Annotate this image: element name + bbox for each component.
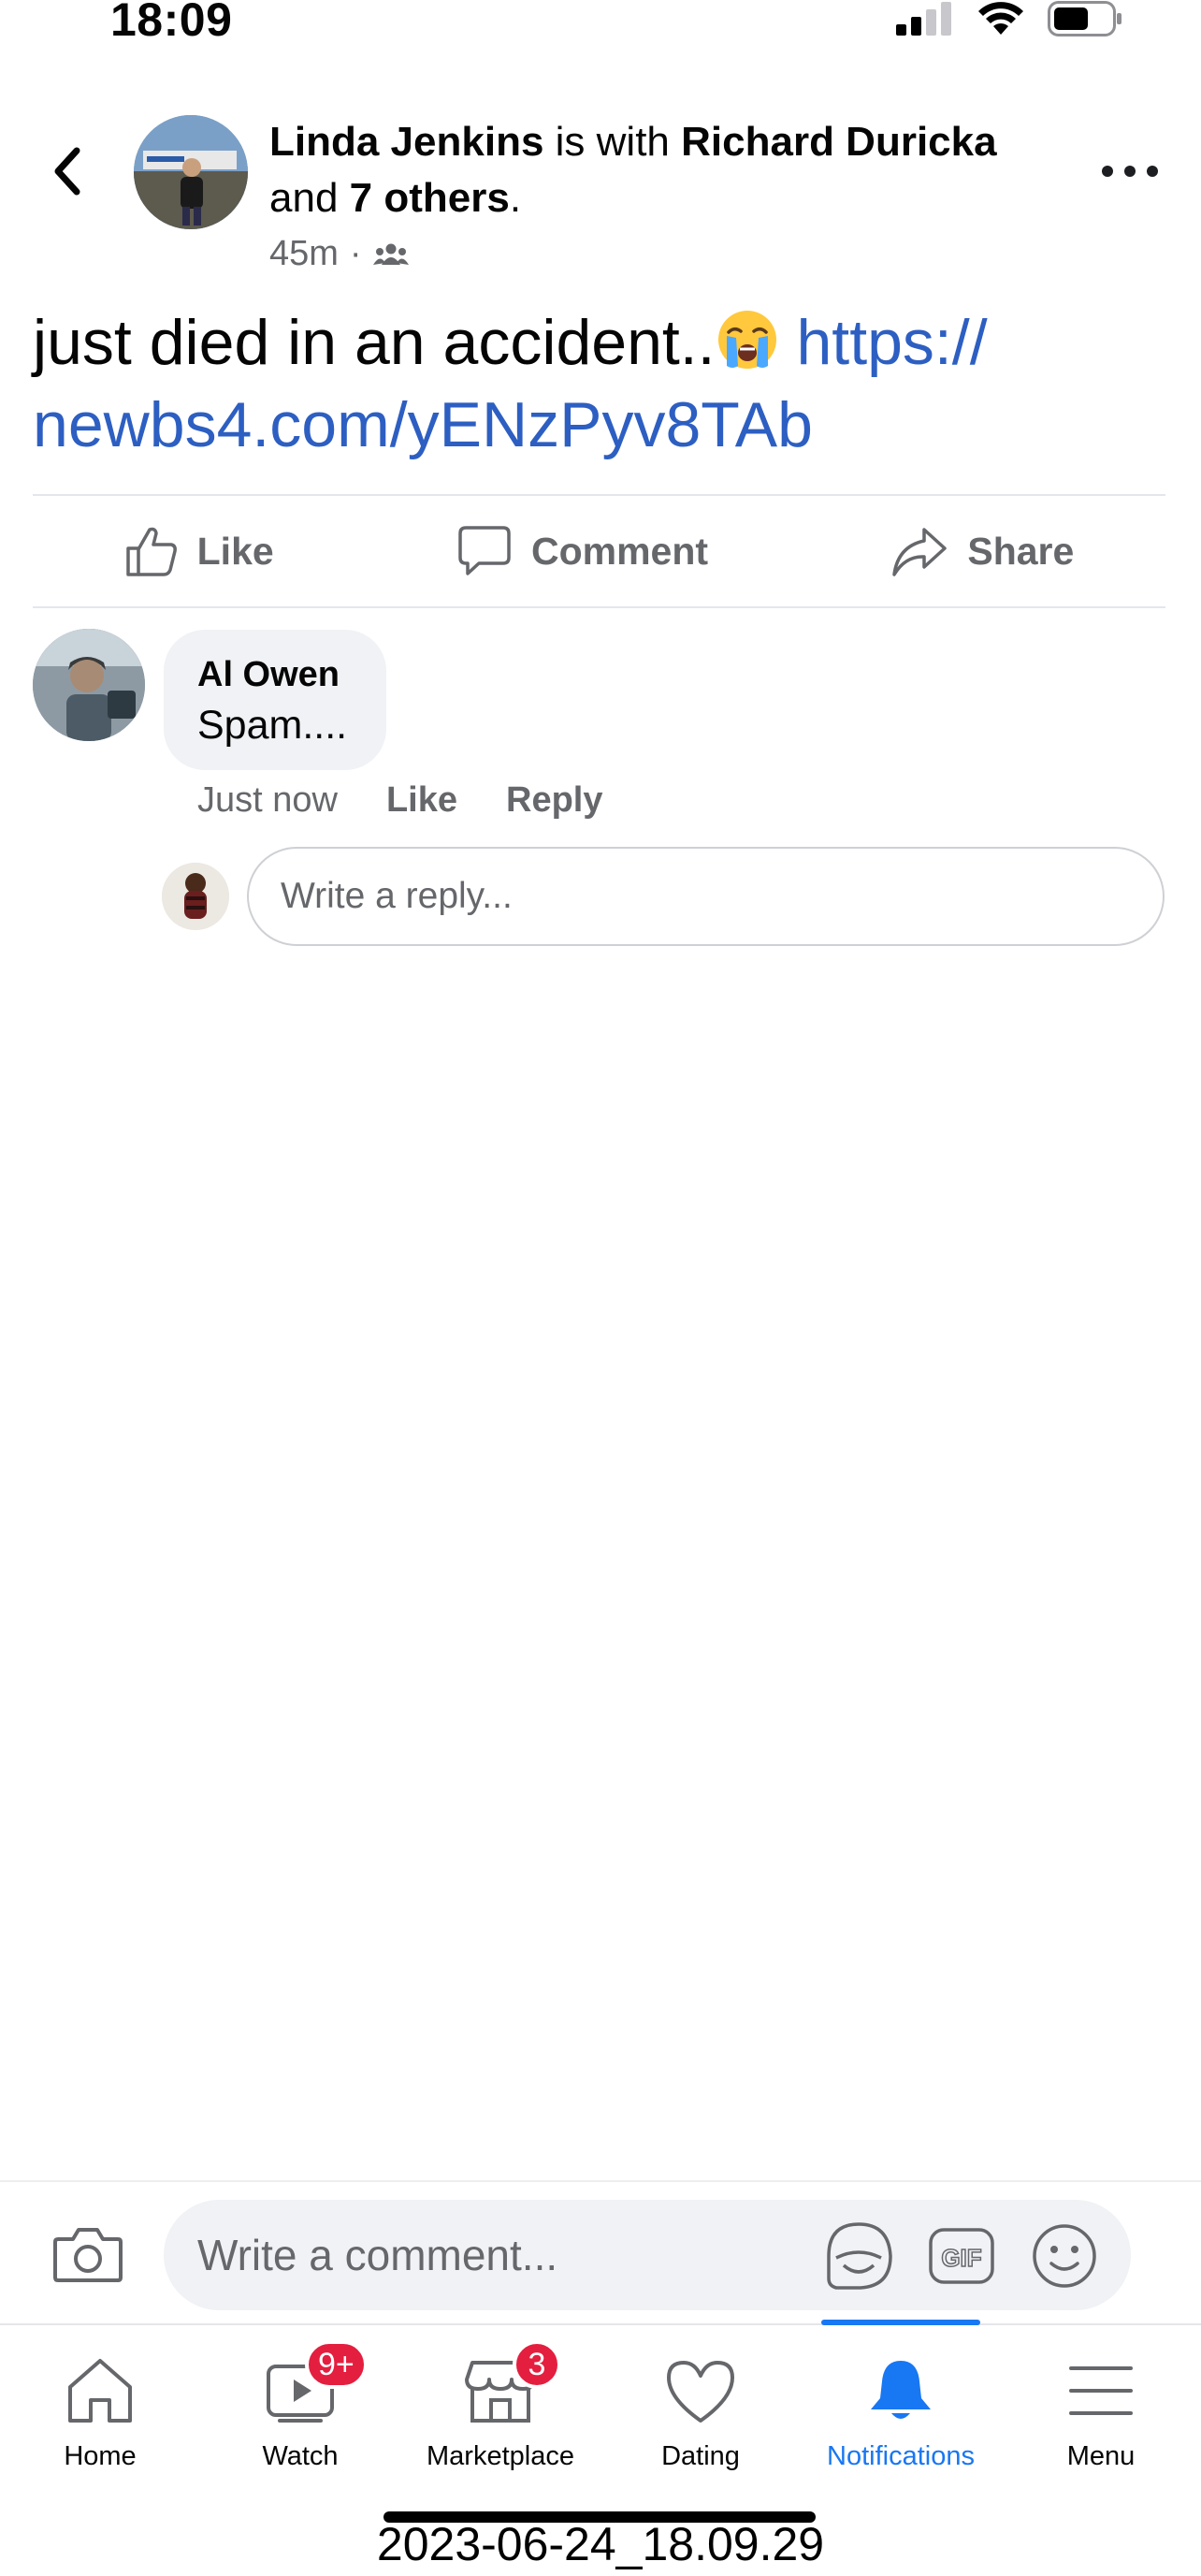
nav-watch[interactable]: 9+ Watch [200, 2325, 400, 2475]
commenter-avatar[interactable] [33, 629, 145, 741]
nav-marketplace[interactable]: 3 Marketplace [400, 2325, 600, 2475]
comment-bubble-icon [458, 526, 511, 575]
author-avatar-image [134, 115, 248, 229]
chevron-left-icon [54, 147, 80, 196]
watch-badge: 9+ [305, 2340, 368, 2389]
with-text: is with [555, 119, 670, 165]
nav-watch-label: Watch [262, 2441, 339, 2471]
nav-marketplace-label: Marketplace [427, 2441, 574, 2471]
status-icons [896, 0, 1122, 37]
bottom-nav: Home 9+ Watch 3 Marketplace Dating Notif… [0, 2320, 1201, 2475]
nav-notifications[interactable]: Notifications [801, 2320, 1001, 2475]
nav-dating[interactable]: Dating [600, 2325, 801, 2475]
post-header-text: Linda Jenkins is with Richard Duricka an… [269, 114, 1064, 226]
reply-placeholder: Write a reply... [281, 876, 513, 916]
thumbs-up-icon [125, 527, 177, 576]
and-text: and [269, 175, 339, 221]
author-name[interactable]: Linda Jenkins [269, 119, 543, 165]
current-user-avatar-image [162, 863, 229, 930]
post-text: just died in an accident.. [33, 307, 716, 378]
crying-face-icon [717, 311, 776, 369]
wifi-icon [978, 2, 1023, 35]
camera-button[interactable] [52, 2224, 123, 2284]
post-body: just died in an accident.. https:// newb… [33, 301, 1155, 466]
emoji-icon[interactable] [1029, 2220, 1100, 2292]
commenter-avatar-image [33, 629, 145, 741]
share-label: Share [967, 529, 1075, 573]
post-link-line1[interactable]: https:// [796, 307, 987, 378]
share-button[interactable]: Share [890, 524, 1074, 578]
comment-reply-button[interactable]: Reply [506, 780, 602, 821]
tagged-person[interactable]: Richard Duricka [681, 119, 996, 165]
home-icon [68, 2359, 132, 2423]
header-period: . [509, 175, 522, 221]
nav-active-indicator [821, 2320, 980, 2325]
comment-input[interactable]: Write a comment... GIF [164, 2200, 1131, 2310]
bell-icon [871, 2361, 931, 2419]
avatar-sticker-icon[interactable] [823, 2220, 894, 2292]
cellular-signal-icon [896, 2, 951, 36]
more-dot [1147, 166, 1158, 177]
screenshot-timestamp: 2023-06-24_18.09.29 [376, 2518, 825, 2570]
status-time: 18:09 [110, 0, 233, 46]
comment-label: Comment [530, 529, 709, 573]
status-bar: 18:09 [0, 0, 1201, 56]
post-time[interactable]: 45m [269, 234, 339, 274]
composer-divider [0, 2180, 1201, 2182]
nav-notifications-label: Notifications [827, 2441, 975, 2471]
reply-input[interactable]: Write a reply... [247, 847, 1165, 946]
nav-dating-label: Dating [661, 2441, 740, 2471]
comment-like-button[interactable]: Like [386, 780, 457, 821]
author-avatar[interactable] [134, 115, 248, 229]
nav-home[interactable]: Home [0, 2325, 200, 2475]
back-button[interactable] [43, 140, 90, 202]
like-label: Like [196, 529, 274, 573]
comment-author[interactable]: Al Owen [197, 652, 386, 697]
marketplace-badge: 3 [513, 2340, 561, 2389]
comment-text: Spam.... [197, 703, 348, 748]
post-meta: 45m · [269, 234, 409, 274]
nav-menu[interactable]: Menu [1001, 2325, 1201, 2475]
svg-text:GIF: GIF [941, 2244, 981, 2272]
meta-separator: · [349, 234, 362, 273]
gif-icon[interactable]: GIF [926, 2220, 997, 2292]
current-user-avatar [162, 863, 229, 930]
post-link-line2[interactable]: newbs4.com/yENzPyv8TAb [33, 389, 813, 460]
post-actions: Like Comment Share [33, 496, 1165, 606]
comment-bubble: Al Owen Spam.... [164, 630, 386, 770]
more-options-button[interactable] [1102, 157, 1158, 185]
heart-icon [667, 2361, 734, 2423]
more-dot [1124, 166, 1136, 177]
nav-home-label: Home [64, 2441, 137, 2471]
comment-actions: Just now Like Reply [197, 780, 603, 821]
like-button[interactable]: Like [124, 524, 274, 578]
others-link[interactable]: 7 others [350, 175, 510, 221]
hamburger-menu-icon [1069, 2366, 1133, 2415]
share-arrow-icon [892, 528, 948, 576]
battery-icon [1048, 1, 1121, 36]
more-dot [1102, 166, 1113, 177]
nav-menu-label: Menu [1066, 2441, 1136, 2471]
friends-icon [372, 243, 409, 265]
comment-placeholder: Write a comment... [197, 2231, 558, 2279]
divider-bottom [33, 606, 1165, 608]
camera-icon [53, 2228, 123, 2282]
comment-button[interactable]: Comment [456, 524, 708, 578]
comment-time: Just now [197, 780, 338, 820]
